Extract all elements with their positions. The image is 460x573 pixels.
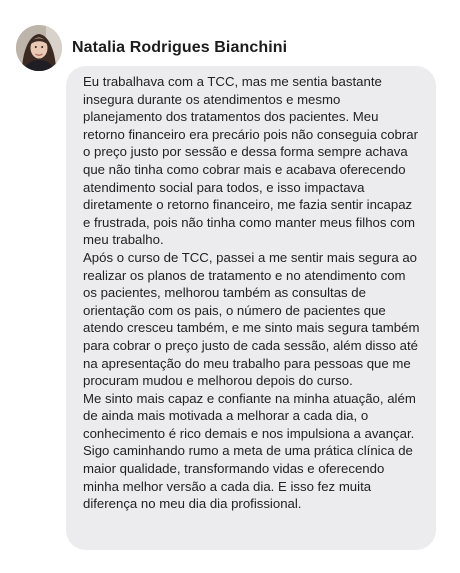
user-photo-icon: [16, 25, 62, 71]
avatar: [16, 25, 62, 71]
testimonial-paragraph: Eu trabalhava com a TCC, mas me sentia b…: [83, 74, 419, 248]
testimonial-paragraph: Me sinto mais capaz e confiante na minha…: [83, 390, 416, 512]
author-name: Natalia Rodrigues Bianchini: [72, 39, 288, 56]
author-header: Natalia Rodrigues Bianchini: [16, 25, 287, 71]
testimonial-bubble: Eu trabalhava com a TCC, mas me sentia b…: [66, 66, 436, 550]
testimonial-paragraph: Após o curso de TCC, passei a me sentir …: [83, 249, 420, 389]
